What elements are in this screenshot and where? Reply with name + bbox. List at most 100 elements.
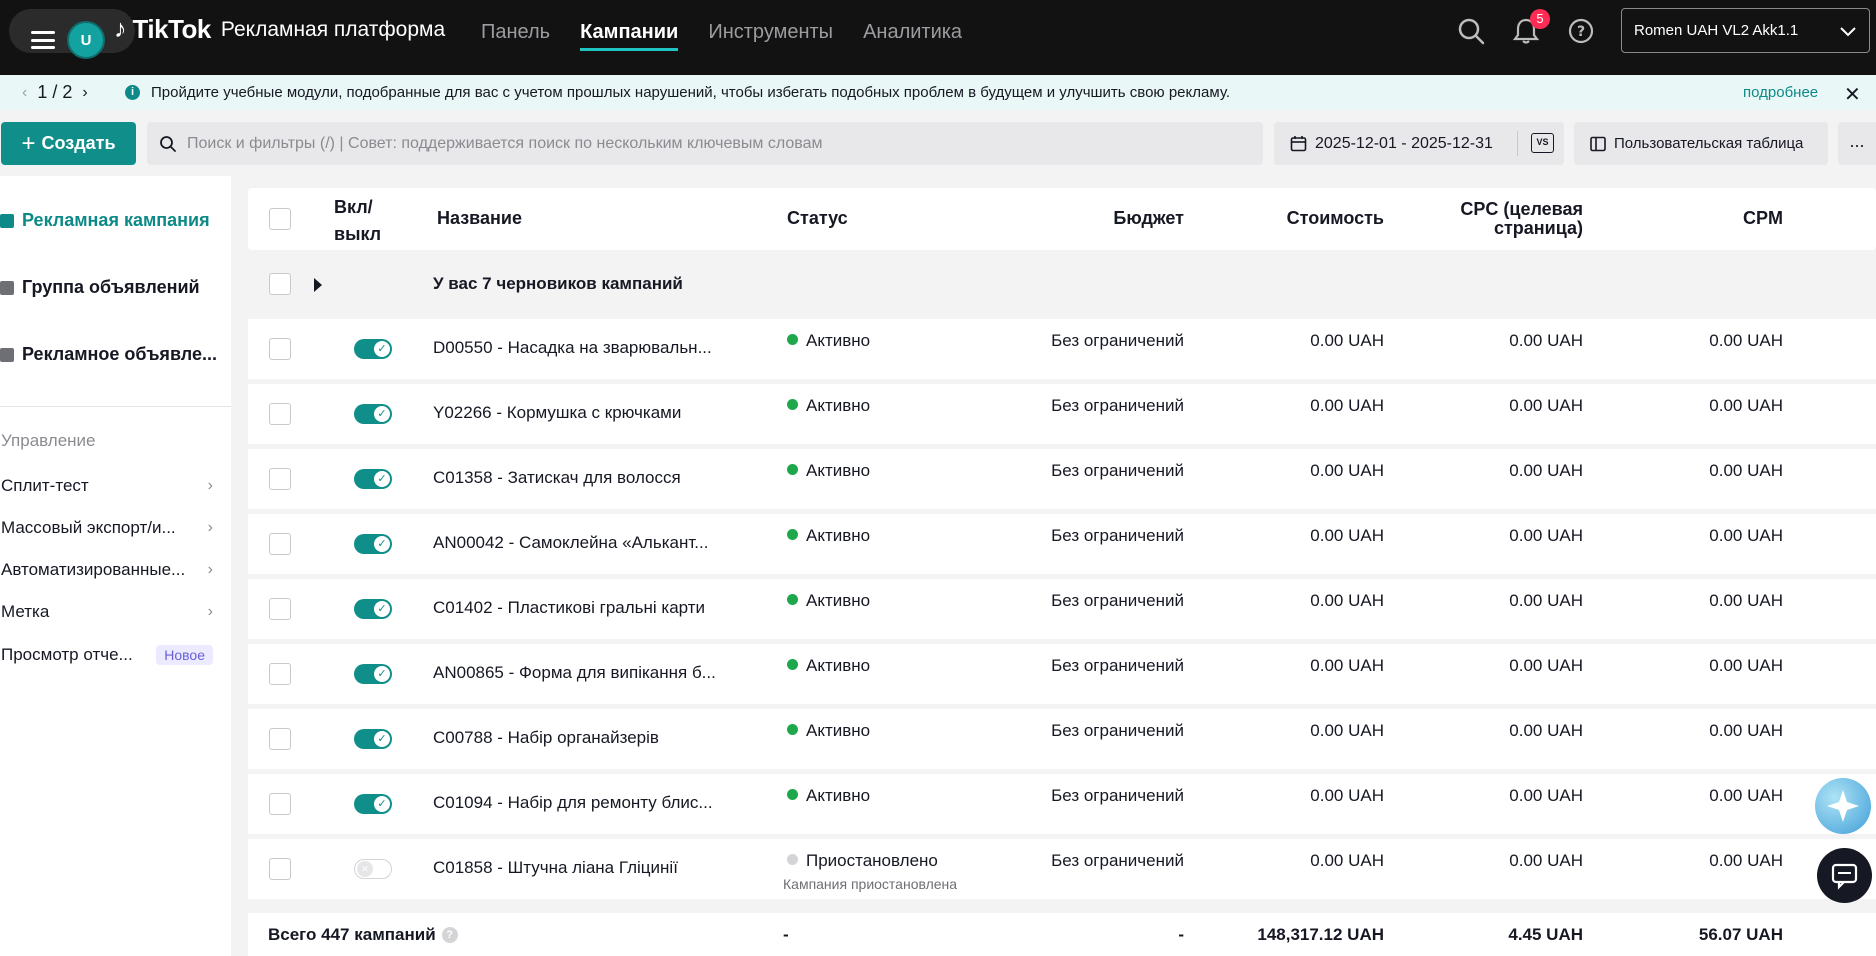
search-input[interactable]: Поиск и фильтры (/) | Совет: поддерживае…: [147, 122, 1263, 165]
search-icon[interactable]: [1456, 16, 1486, 46]
table-row[interactable]: D00550 - Насадка на зварювальн... Активно…: [248, 319, 1876, 379]
campaign-name[interactable]: Y02266 - Кормушка с крючками: [433, 403, 681, 423]
header-budget[interactable]: Бюджет: [1048, 208, 1184, 229]
campaign-name[interactable]: C00788 - Набір органайзерів: [433, 728, 659, 748]
row-checkbox[interactable]: [269, 793, 291, 815]
row-toggle[interactable]: [354, 339, 392, 359]
campaign-name[interactable]: D00550 - Насадка на зварювальн...: [433, 338, 712, 358]
help-icon[interactable]: ?: [441, 927, 458, 943]
row-checkbox[interactable]: [269, 858, 291, 880]
total-cpc: 4.45 UAH: [1508, 925, 1583, 944]
select-all-checkbox[interactable]: [269, 208, 291, 230]
row-toggle[interactable]: [354, 599, 392, 619]
table-row[interactable]: Y02266 - Кормушка с крючками Активно Без о…: [248, 384, 1876, 444]
brand-logo[interactable]: ♪ TikTok Рекламная платформа: [114, 14, 445, 45]
date-range-picker[interactable]: 2025-12-01 - 2025-12-31 VS: [1274, 122, 1564, 165]
row-toggle[interactable]: [354, 729, 392, 749]
campaign-budget: Без ограничений: [1051, 851, 1184, 870]
create-button[interactable]: + Создать: [1, 122, 136, 165]
sidebar-link-split-test[interactable]: Сплит-тест ›: [1, 476, 213, 496]
campaign-name[interactable]: C01402 - Пластикові гральні карти: [433, 598, 705, 618]
total-cpm: 56.07 UAH: [1698, 925, 1783, 944]
chevron-left-icon[interactable]: ‹: [22, 84, 27, 102]
status-dot-icon: [787, 854, 798, 865]
campaign-budget: Без ограничений: [1051, 786, 1184, 805]
status-dot-icon: [787, 464, 798, 475]
status-text: Активно: [806, 461, 871, 480]
notice-more-link[interactable]: подробнее: [1743, 84, 1818, 101]
nav-analytics[interactable]: Аналитика: [863, 0, 962, 75]
status-text: Активно: [806, 526, 871, 545]
sidebar-item-ad[interactable]: Рекламное объявле...: [0, 344, 217, 365]
header-cost[interactable]: Стоимость: [1248, 208, 1384, 229]
campaign-cost: 0.00 UAH: [1310, 721, 1384, 740]
campaign-cost: 0.00 UAH: [1310, 526, 1384, 545]
search-icon: [160, 135, 176, 152]
chat-support-button[interactable]: [1817, 848, 1872, 903]
row-checkbox[interactable]: [269, 728, 291, 750]
campaign-name[interactable]: AN00042 - Самоклейна «Алькант...: [433, 533, 708, 553]
header-cpm[interactable]: CPM: [1648, 208, 1783, 229]
row-toggle[interactable]: [354, 664, 392, 684]
campaign-status: Приостановлено: [787, 851, 938, 871]
row-toggle[interactable]: [354, 404, 392, 424]
account-name: Romen UAH VL2 Akk1.1: [1634, 22, 1799, 39]
row-checkbox[interactable]: [269, 403, 291, 425]
table-row[interactable]: AN00865 - Форма для випікання б... Активн…: [248, 644, 1876, 704]
sidebar-link-bulk-export[interactable]: Массовый экспорт/и... ›: [1, 518, 213, 538]
header-name[interactable]: Название: [437, 208, 522, 229]
campaign-status: Активно: [787, 786, 870, 806]
ai-assistant-button[interactable]: [1815, 778, 1871, 834]
table-row[interactable]: C00788 - Набір органайзерів Активно Без ог…: [248, 709, 1876, 769]
compare-icon[interactable]: VS: [1531, 133, 1554, 153]
columns-icon: [1590, 136, 1606, 151]
campaign-cpc: 0.00 UAH: [1509, 461, 1583, 480]
campaign-name[interactable]: C01858 - Штучна ліана Гліцинії: [433, 858, 678, 878]
nav-campaigns[interactable]: Кампании: [580, 0, 679, 75]
table-row[interactable]: AN00042 - Самоклейна «Алькант... Активно Б…: [248, 514, 1876, 574]
more-button[interactable]: ...: [1838, 122, 1876, 165]
campaign-name[interactable]: AN00865 - Форма для випікання б...: [433, 663, 716, 683]
chevron-right-icon[interactable]: ›: [82, 84, 87, 102]
table-row[interactable]: C01402 - Пластикові гральні карти Активно…: [248, 579, 1876, 639]
date-range-value: 2025-12-01 - 2025-12-31: [1315, 134, 1493, 152]
caret-right-icon[interactable]: [314, 278, 322, 292]
avatar[interactable]: U: [67, 21, 105, 59]
help-icon[interactable]: ?: [1566, 16, 1596, 46]
campaign-cpc: 0.00 UAH: [1509, 331, 1583, 350]
campaign-budget: Без ограничений: [1051, 331, 1184, 350]
row-checkbox[interactable]: [269, 598, 291, 620]
drafts-row[interactable]: У вас 7 черновиков кампаний: [248, 256, 1876, 313]
campaign-name[interactable]: C01358 - Затискач для волосся: [433, 468, 681, 488]
account-selector[interactable]: Romen UAH VL2 Akk1.1: [1621, 8, 1870, 53]
row-checkbox[interactable]: [269, 533, 291, 555]
sidebar-link-automated[interactable]: Автоматизированные... ›: [1, 560, 213, 580]
close-icon[interactable]: ✕: [1844, 82, 1861, 107]
row-checkbox[interactable]: [269, 468, 291, 490]
sidebar-item-ad-group[interactable]: Группа объявлений: [0, 277, 200, 298]
hamburger-icon[interactable]: [31, 31, 55, 49]
campaign-name[interactable]: C01094 - Набір для ремонту блис...: [433, 793, 713, 813]
status-dot-icon: [787, 594, 798, 605]
header-status[interactable]: Статус: [787, 208, 848, 229]
nav-tools[interactable]: Инструменты: [708, 0, 833, 75]
table-row[interactable]: C01858 - Штучна ліана Гліцинії Приостанов…: [248, 839, 1876, 899]
row-checkbox[interactable]: [269, 338, 291, 360]
sidebar-link-label-tag[interactable]: Метка ›: [1, 602, 213, 622]
sidebar-item-campaign[interactable]: Рекламная кампания: [0, 210, 210, 231]
campaign-cpm: 0.00 UAH: [1709, 656, 1783, 675]
row-toggle[interactable]: [354, 794, 392, 814]
header-cpc[interactable]: CPC (целевая страница): [1418, 200, 1583, 238]
row-toggle[interactable]: [354, 469, 392, 489]
row-toggle[interactable]: [354, 534, 392, 554]
nav-panel[interactable]: Панель: [481, 0, 550, 75]
drafts-checkbox[interactable]: [269, 273, 291, 295]
table-row[interactable]: C01358 - Затискач для волосся Активно Без …: [248, 449, 1876, 509]
campaign-status: Активно: [787, 461, 870, 481]
table-row[interactable]: C01094 - Набір для ремонту блис... Активн…: [248, 774, 1876, 834]
row-toggle[interactable]: [354, 859, 392, 879]
row-checkbox[interactable]: [269, 663, 291, 685]
custom-table-button[interactable]: Пользовательская таблица: [1574, 122, 1828, 165]
custom-table-label: Пользовательская таблица: [1614, 135, 1804, 152]
sidebar-link-reports[interactable]: Просмотр отче... Новое: [1, 645, 213, 665]
